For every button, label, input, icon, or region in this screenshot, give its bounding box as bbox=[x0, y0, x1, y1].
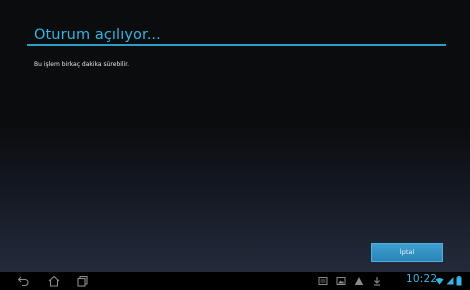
back-icon[interactable] bbox=[17, 275, 31, 287]
title-divider bbox=[27, 44, 446, 46]
cancel-button[interactable]: İptal bbox=[371, 243, 443, 262]
warning-icon[interactable] bbox=[354, 276, 364, 286]
system-navigation-bar bbox=[0, 272, 470, 290]
notification-icon[interactable] bbox=[318, 276, 328, 286]
home-icon[interactable] bbox=[47, 275, 61, 287]
dialog-title: Oturum açılıyor... bbox=[34, 27, 161, 43]
dialog-message: Bu işlem birkaç dakika sürebilir. bbox=[34, 61, 130, 68]
download-icon[interactable] bbox=[372, 276, 382, 286]
status-clock: 10:22 bbox=[406, 273, 438, 285]
tablet-screen: Oturum açılıyor... Bu işlem birkaç dakik… bbox=[0, 0, 470, 290]
login-progress-screen: Oturum açılıyor... Bu işlem birkaç dakik… bbox=[0, 0, 470, 272]
battery-icon bbox=[456, 276, 462, 286]
recent-apps-icon[interactable] bbox=[76, 275, 90, 287]
gallery-icon[interactable] bbox=[336, 276, 346, 286]
signal-icon bbox=[446, 276, 454, 285]
